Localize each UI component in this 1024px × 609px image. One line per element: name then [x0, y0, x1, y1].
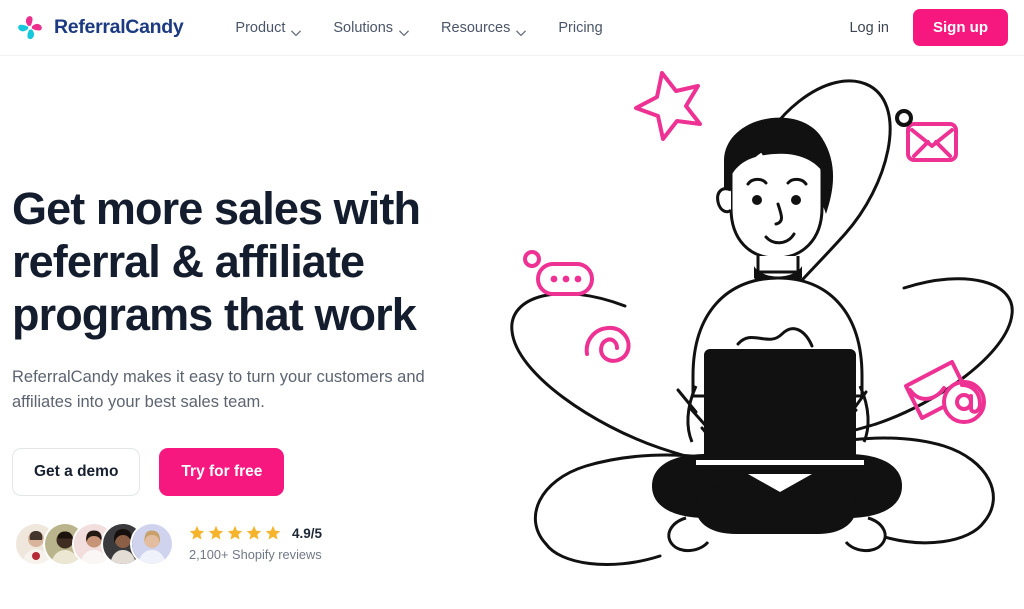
star-outline-icon — [634, 71, 702, 141]
nav-label: Pricing — [558, 19, 603, 36]
chat-dots-bubble-icon — [523, 250, 594, 296]
nav-item-product[interactable]: Product — [235, 19, 302, 36]
hero-section: Get more sales with referral & affiliate… — [0, 56, 1024, 609]
star-icon — [246, 525, 262, 541]
avatar-group — [12, 523, 172, 564]
star-icon — [189, 525, 205, 541]
rating-score: 4.9/5 — [292, 525, 323, 541]
nav-label: Product — [235, 19, 286, 36]
star-rating: 4.9/5 — [189, 525, 322, 541]
signup-button[interactable]: Sign up — [913, 9, 1008, 46]
chevron-down-icon — [516, 25, 527, 36]
chevron-down-icon — [399, 25, 409, 36]
nav-item-solutions[interactable]: Solutions — [333, 20, 409, 36]
envelope-mail-icon — [895, 109, 958, 162]
try-for-free-button[interactable]: Try for free — [159, 448, 285, 496]
review-count: 2,100+ Shopify reviews — [189, 547, 322, 562]
site-header: ReferralCandy Product Solutions Resource… — [0, 0, 1024, 56]
star-icon — [227, 525, 243, 541]
main-navigation: Product Solutions Resources Pricing — [235, 19, 603, 36]
social-proof: 4.9/5 2,100+ Shopify reviews — [12, 523, 500, 564]
brand-logo[interactable]: ReferralCandy — [15, 13, 184, 43]
header-actions: Log in Sign up — [843, 9, 1008, 46]
star-icon — [265, 525, 281, 541]
hero-cta-row: Get a demo Try for free — [12, 448, 500, 496]
page-title: Get more sales with referral & affiliate… — [12, 183, 421, 340]
nav-label: Resources — [441, 19, 511, 36]
nav-label: Solutions — [333, 19, 394, 36]
person-with-laptop-illustration — [500, 56, 1024, 609]
pinwheel-logo-icon — [15, 13, 45, 43]
chevron-down-icon — [291, 25, 302, 36]
nav-item-pricing[interactable]: Pricing — [558, 20, 602, 36]
hero-subheadline: ReferralCandy makes it easy to turn your… — [12, 368, 425, 411]
brand-name: ReferralCandy — [54, 16, 184, 38]
nav-item-resources[interactable]: Resources — [441, 19, 527, 36]
avatar — [132, 523, 172, 564]
star-icon — [208, 525, 224, 541]
hero-copy: Get more sales with referral & affiliate… — [0, 56, 500, 609]
login-link[interactable]: Log in — [843, 16, 895, 40]
get-a-demo-button[interactable]: Get a demo — [12, 448, 141, 496]
rating-block: 4.9/5 2,100+ Shopify reviews — [189, 525, 322, 563]
spiral-icon — [584, 325, 631, 363]
